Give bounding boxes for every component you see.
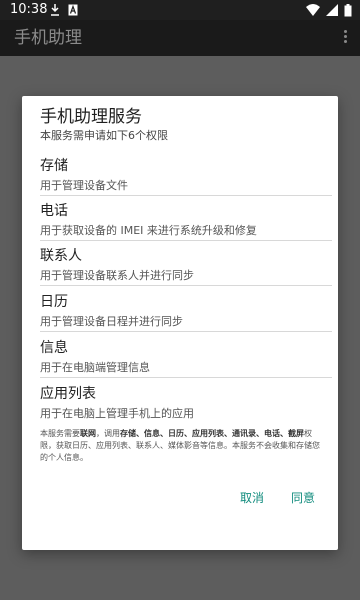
- a-notification-icon: [68, 4, 78, 16]
- notice-highlight: 联网: [80, 429, 96, 438]
- cancel-button[interactable]: 取消: [240, 490, 264, 506]
- app-bar: 手机助理: [0, 20, 360, 56]
- wifi-icon: [306, 4, 320, 16]
- permission-description: 用于管理设备日程并进行同步: [40, 315, 183, 328]
- permission-description: 用于获取设备的 IMEI 来进行系统升级和修复: [40, 224, 257, 237]
- permission-description: 用于管理设备联系人并进行同步: [40, 269, 194, 282]
- permission-item-calendar: 日历 用于管理设备日程并进行同步: [40, 293, 332, 332]
- notice-highlight: 存储、信息、日历、应用列表、通讯录、电话、截屏: [120, 429, 304, 438]
- overflow-menu-icon[interactable]: [344, 30, 348, 46]
- permission-name: 联系人: [40, 248, 82, 264]
- permission-dialog: 手机助理服务 本服务需申请如下6个权限 存储 用于管理设备文件 电话 用于获取设…: [22, 96, 338, 550]
- permission-item-contacts: 联系人 用于管理设备联系人并进行同步: [40, 247, 332, 286]
- permission-description: 用于管理设备文件: [40, 179, 128, 192]
- battery-icon: [344, 3, 352, 17]
- dialog-title: 手机助理服务: [40, 107, 142, 127]
- dialog-subtitle: 本服务需申请如下6个权限: [40, 129, 168, 142]
- agree-button[interactable]: 同意: [291, 490, 315, 506]
- permission-name: 信息: [40, 340, 68, 356]
- status-right-icons: [306, 2, 352, 18]
- status-left-icons: [50, 3, 78, 17]
- permission-item-storage: 存储 用于管理设备文件: [40, 157, 332, 196]
- permission-item-app-list: 应用列表 用于在电脑上管理手机上的应用: [40, 385, 332, 420]
- permission-name: 电话: [40, 203, 68, 219]
- status-bar: 10:38: [0, 0, 360, 20]
- permission-name: 日历: [40, 294, 68, 310]
- notice-text: 本服务需要: [40, 429, 80, 438]
- permission-name: 存储: [40, 158, 68, 174]
- status-time: 10:38: [10, 2, 48, 17]
- privacy-notice: 本服务需要联网，调用存储、信息、日历、应用列表、通讯录、电话、截屏权限，获取日历…: [40, 428, 322, 464]
- permission-description: 用于在电脑端管理信息: [40, 361, 150, 374]
- permission-item-messages: 信息 用于在电脑端管理信息: [40, 339, 332, 378]
- signal-icon: [326, 4, 338, 16]
- notice-text: ，调用: [96, 429, 120, 438]
- app-title: 手机助理: [14, 28, 82, 48]
- permission-item-phone: 电话 用于获取设备的 IMEI 来进行系统升级和修复: [40, 202, 332, 241]
- permission-name: 应用列表: [40, 386, 96, 402]
- permission-description: 用于在电脑上管理手机上的应用: [40, 407, 194, 420]
- download-icon: [50, 4, 60, 16]
